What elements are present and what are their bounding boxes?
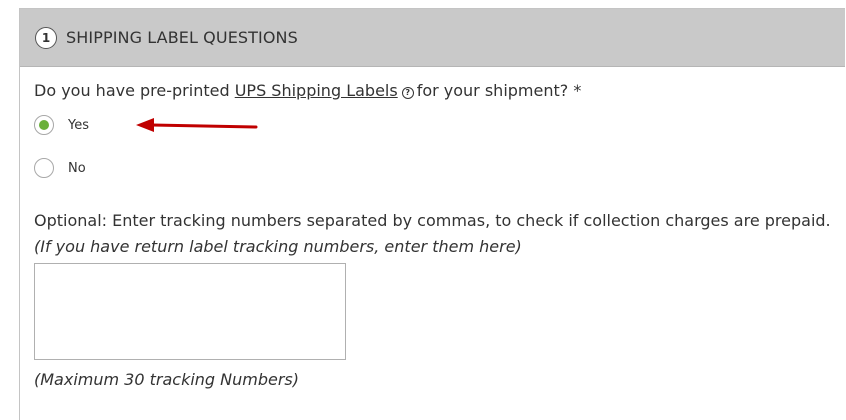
yes-label[interactable]: Yes	[68, 118, 89, 133]
tracking-instructions: Optional: Enter tracking numbers separat…	[34, 211, 831, 230]
no-radio-button[interactable]	[34, 158, 54, 178]
step-number-badge: 1	[35, 26, 57, 49]
question-prefix: Do you have pre-printed	[34, 81, 235, 100]
help-icon[interactable]: ?	[401, 87, 414, 99]
no-option[interactable]: No	[34, 158, 86, 178]
max-tracking-note: (Maximum 30 tracking Numbers)	[34, 370, 300, 389]
section-header: 1 SHIPPING LABEL QUESTIONS	[20, 9, 845, 67]
tracking-numbers-input[interactable]	[34, 263, 346, 360]
no-label[interactable]: No	[68, 161, 86, 176]
question-suffix: for your shipment? *	[416, 81, 582, 100]
ups-shipping-labels-link[interactable]: UPS Shipping Labels	[235, 81, 398, 100]
ups-labels-question: Do you have pre-printed UPS Shipping Lab…	[34, 81, 581, 100]
radio-selected-dot	[39, 120, 49, 130]
red-arrow-icon	[136, 118, 258, 132]
return-label-hint: (If you have return label tracking numbe…	[34, 237, 522, 256]
yes-radio-button[interactable]	[34, 115, 54, 135]
section-title: SHIPPING LABEL QUESTIONS	[66, 28, 298, 47]
yes-option[interactable]: Yes	[34, 115, 89, 135]
